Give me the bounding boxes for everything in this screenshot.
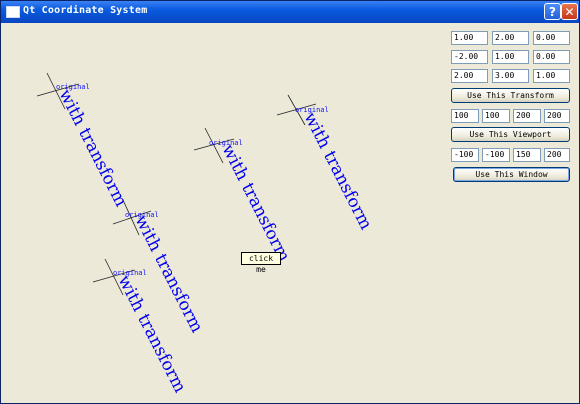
window-title: Qt Coordinate System	[23, 5, 148, 16]
close-button[interactable]: ✕	[561, 3, 578, 20]
window-width-field[interactable]: 150	[513, 148, 541, 162]
matrix-m13-field[interactable]: 0.00	[533, 31, 570, 45]
viewport-height-field[interactable]: 200	[544, 109, 570, 123]
viewport-width-field[interactable]: 200	[513, 109, 541, 123]
window-height-field[interactable]: 200	[544, 148, 570, 162]
transformed-text: with transform	[218, 141, 294, 265]
window-x-field[interactable]: -100	[451, 148, 479, 162]
transform-group-5: original with transform	[276, 94, 376, 233]
matrix-m21-field[interactable]: -2.00	[451, 50, 488, 64]
viewport-x-field[interactable]: 100	[451, 109, 479, 123]
help-button[interactable]: ?	[544, 3, 561, 20]
viewport-y-field[interactable]: 100	[482, 109, 510, 123]
use-window-button[interactable]: Use This Window	[453, 167, 570, 182]
matrix-m31-field[interactable]: 2.00	[451, 69, 488, 83]
matrix-m33-field[interactable]: 1.00	[533, 69, 570, 83]
click-me-label[interactable]: click me	[241, 252, 281, 274]
app-icon	[6, 6, 20, 18]
matrix-m22-field[interactable]: 1.00	[492, 50, 529, 64]
matrix-m11-field[interactable]: 1.00	[451, 31, 488, 45]
matrix-m23-field[interactable]: 0.00	[533, 50, 570, 64]
use-transform-button[interactable]: Use This Transform	[451, 88, 570, 103]
transform-group-1: original with transform	[36, 72, 131, 210]
transformed-text: with transform	[300, 109, 376, 233]
transformed-text: with transform	[55, 86, 131, 210]
window-y-field[interactable]: -100	[482, 148, 510, 162]
title-bar[interactable]: Qt Coordinate System ? ✕	[1, 1, 579, 23]
matrix-m12-field[interactable]: 2.00	[492, 31, 529, 45]
transform-group-4: original with transform	[193, 127, 294, 265]
matrix-m32-field[interactable]: 3.00	[492, 69, 529, 83]
use-viewport-button[interactable]: Use This Viewport	[451, 127, 570, 142]
app-window: Qt Coordinate System ? ✕ original with t…	[0, 0, 580, 404]
transform-group-2: original with transform	[112, 199, 207, 336]
